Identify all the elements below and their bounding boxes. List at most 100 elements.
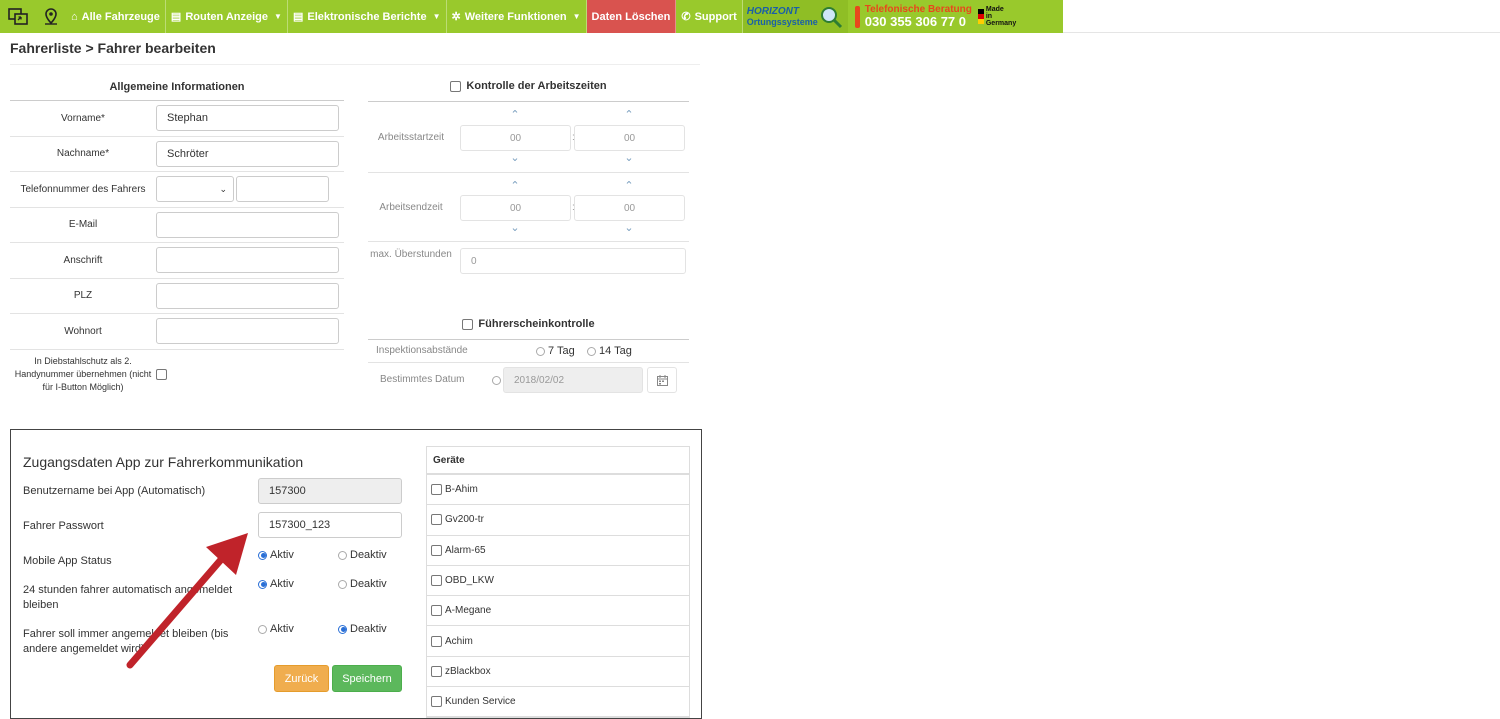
interval-14-radio[interactable]: [587, 346, 596, 356]
always-login-deaktiv-option[interactable]: Deaktiv: [338, 623, 387, 635]
end-time-block: Arbeitsendzeit ⌃ ⌃ 00 : 00 ⌄ ⌄: [368, 173, 689, 241]
minute-down-icon[interactable]: ⌄: [574, 151, 684, 164]
plz-row: PLZ: [10, 279, 344, 314]
minute-up-icon[interactable]: ⌃: [574, 179, 684, 192]
license-checkbox[interactable]: [462, 318, 474, 330]
end-minute-input[interactable]: 00: [574, 195, 685, 221]
save-button[interactable]: Speichern: [332, 665, 402, 692]
start-time-label: Arbeitsstartzeit: [377, 132, 445, 143]
nachname-row: Nachname* Schröter: [10, 137, 344, 172]
device-row[interactable]: Achim: [427, 626, 689, 657]
phone-hotline[interactable]: Telefonische Beratung 030 355 306 77 0: [848, 0, 978, 33]
minute-up-icon[interactable]: ⌃: [574, 108, 684, 121]
screen-share-icon[interactable]: [0, 0, 36, 33]
plz-input[interactable]: [156, 282, 339, 309]
date-radio[interactable]: [492, 376, 501, 385]
telephone-icon: [854, 5, 860, 28]
general-info-form: Vorname* Stephan Nachname* Schröter Tele…: [10, 100, 344, 400]
hour-up-icon[interactable]: ⌃: [460, 179, 570, 192]
worktime-checkbox[interactable]: [450, 80, 462, 92]
interval-14-option[interactable]: 14 Tag: [587, 345, 632, 357]
username-input[interactable]: 157300: [258, 478, 402, 504]
overtime-input[interactable]: 0: [460, 248, 686, 274]
auto-login-deaktiv-option[interactable]: Deaktiv: [338, 578, 387, 590]
device-checkbox[interactable]: [431, 605, 442, 617]
device-row[interactable]: OBD_LKW: [427, 566, 689, 597]
always-login-label: Fahrer soll immer angemeldet bleiben (bi…: [23, 628, 229, 655]
nav-support[interactable]: ✆ Support: [676, 0, 743, 33]
overtime-label: max. Überstunden: [370, 249, 452, 260]
device-row[interactable]: Gv200-tr: [427, 505, 689, 536]
email-input[interactable]: [156, 211, 339, 238]
always-login-aktiv-radio[interactable]: [258, 624, 267, 634]
chevron-down-icon: ⌄: [219, 183, 227, 194]
email-row: E-Mail: [10, 208, 344, 243]
telefon-input[interactable]: [236, 176, 329, 203]
devices-table: Geräte B-Ahim Gv200-tr Alarm-65 OBD_LKW …: [426, 446, 690, 719]
device-checkbox[interactable]: [431, 514, 442, 526]
hour-down-icon[interactable]: ⌄: [460, 151, 570, 164]
telefon-row: Telefonnummer des Fahrers ⌄: [10, 172, 344, 208]
device-row[interactable]: A-Megane: [427, 596, 689, 627]
report-icon: ▤: [292, 11, 304, 23]
divider: [368, 339, 689, 340]
interval-7-radio[interactable]: [536, 346, 545, 356]
nachname-input[interactable]: Schröter: [156, 140, 339, 167]
location-pin-icon[interactable]: [36, 0, 66, 33]
nav-delete-data[interactable]: Daten Löschen: [586, 0, 677, 33]
email-label: E-Mail: [68, 219, 98, 231]
device-checkbox[interactable]: [431, 665, 442, 677]
device-row[interactable]: B-Ahim: [427, 475, 689, 506]
german-flag-icon: [977, 9, 984, 24]
vorname-input[interactable]: Stephan: [156, 105, 339, 132]
device-row[interactable]: Alarm-65: [427, 536, 689, 566]
calendar-button[interactable]: [647, 367, 677, 393]
telefon-label: Telefonnummer des Fahrers: [20, 183, 146, 195]
hour-up-icon[interactable]: ⌃: [460, 108, 570, 121]
device-row[interactable]: zBlackbox: [427, 657, 689, 688]
always-login-aktiv-option[interactable]: Aktiv: [258, 623, 294, 635]
end-hour-input[interactable]: 00: [460, 195, 571, 221]
minute-down-icon[interactable]: ⌄: [574, 221, 684, 234]
device-checkbox[interactable]: [431, 575, 442, 587]
auto-login-deaktiv-radio[interactable]: [338, 579, 347, 589]
gear-icon: ✲: [451, 11, 461, 23]
device-checkbox[interactable]: [431, 544, 442, 556]
anschrift-input[interactable]: [156, 247, 339, 274]
country-code-select[interactable]: ⌄: [156, 176, 234, 203]
device-checkbox[interactable]: [431, 484, 442, 496]
nav-routes[interactable]: ▤ Routen Anzeige ▼: [166, 0, 288, 33]
nav-all-vehicles[interactable]: ⌂ Alle Fahrzeuge: [66, 0, 166, 33]
breadcrumb: Fahrerliste > Fahrer bearbeiten: [10, 40, 216, 56]
status-deaktiv-option[interactable]: Deaktiv: [338, 549, 387, 561]
always-login-deaktiv-radio[interactable]: [338, 624, 347, 634]
nav-more-functions[interactable]: ✲ Weitere Funktionen ▼: [447, 0, 587, 33]
nav-reports[interactable]: ▤ Elektronische Berichte ▼: [288, 0, 447, 33]
back-button[interactable]: Zurück: [274, 665, 329, 692]
interval-7-option[interactable]: 7 Tag: [536, 345, 575, 357]
auto-login-aktiv-option[interactable]: Aktiv: [258, 578, 294, 590]
status-label: Mobile App Status: [23, 555, 112, 567]
date-input[interactable]: 2018/02/02: [503, 367, 643, 393]
worktime-header: Kontrolle der Arbeitszeiten: [368, 80, 689, 92]
app-credentials-panel: Zugangsdaten App zur Fahrerkommunikation…: [10, 429, 702, 719]
device-checkbox[interactable]: [431, 696, 442, 708]
start-minute-input[interactable]: 00: [574, 125, 685, 151]
vorname-row: Vorname* Stephan: [10, 101, 344, 137]
status-aktiv-option[interactable]: Aktiv: [258, 549, 294, 561]
password-input[interactable]: 157300_123: [258, 512, 402, 538]
start-hour-input[interactable]: 00: [460, 125, 571, 151]
diebstahl-checkbox[interactable]: [156, 369, 167, 380]
wohnort-input[interactable]: [156, 318, 339, 345]
license-header: Führerscheinkontrolle: [368, 318, 689, 330]
status-aktiv-radio[interactable]: [258, 550, 267, 560]
device-row[interactable]: Kunden Service: [427, 687, 689, 718]
blank-area: [1063, 0, 1500, 33]
horizont-logo[interactable]: HORIZONT Ortungssysteme: [742, 0, 848, 33]
hour-down-icon[interactable]: ⌄: [460, 221, 570, 234]
status-deaktiv-radio[interactable]: [338, 550, 347, 560]
nachname-label: Nachname*: [56, 148, 110, 160]
device-checkbox[interactable]: [431, 635, 442, 647]
auto-login-aktiv-radio[interactable]: [258, 579, 267, 589]
date-label: Bestimmtes Datum: [380, 374, 465, 385]
